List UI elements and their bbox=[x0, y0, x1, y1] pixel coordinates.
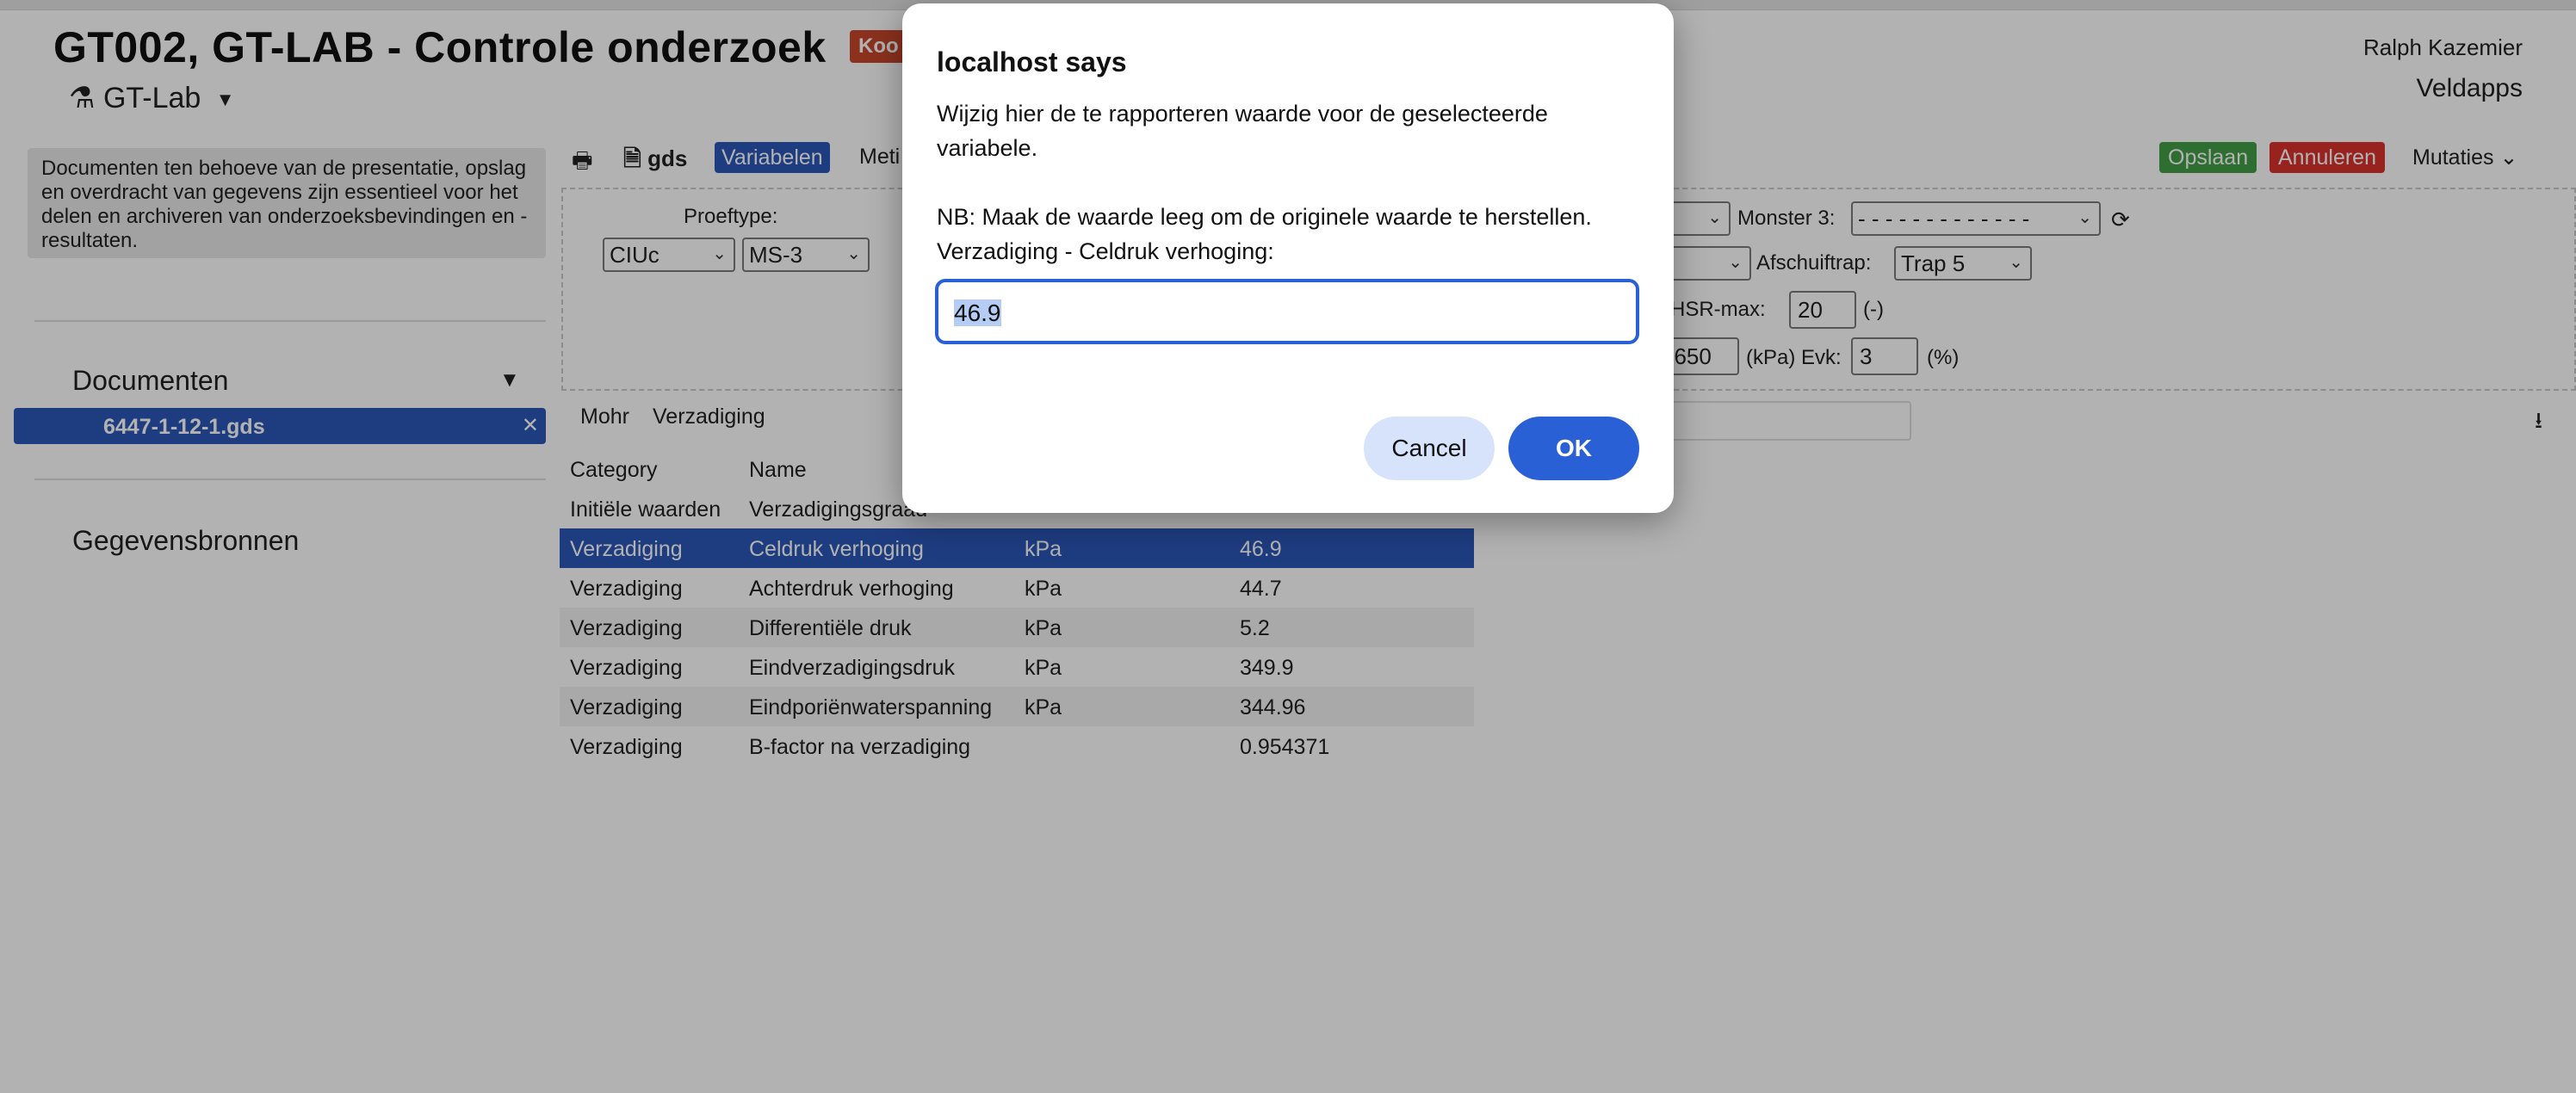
dialog-line: NB: Maak de waarde leeg om de originele … bbox=[937, 204, 1592, 230]
dialog-message: Wijzig hier de te rapporteren waarde voo… bbox=[937, 96, 1643, 269]
input-value: 46.9 bbox=[954, 299, 1001, 326]
dialog-title: localhost says bbox=[937, 46, 1127, 77]
prompt-dialog: localhost says Wijzig hier de te rapport… bbox=[902, 3, 1674, 513]
dialog-line: Verzadiging - Celdruk verhoging: bbox=[937, 238, 1274, 264]
dialog-ok-button[interactable]: OK bbox=[1508, 417, 1639, 480]
page: GT002, GT-LAB - Controle onderzoek Koo ⚗… bbox=[0, 0, 2576, 1093]
dialog-cancel-button[interactable]: Cancel bbox=[1364, 417, 1495, 480]
dialog-line: Wijzig hier de te rapporteren waarde voo… bbox=[937, 101, 1548, 161]
value-input[interactable]: 46.9 bbox=[935, 279, 1639, 344]
